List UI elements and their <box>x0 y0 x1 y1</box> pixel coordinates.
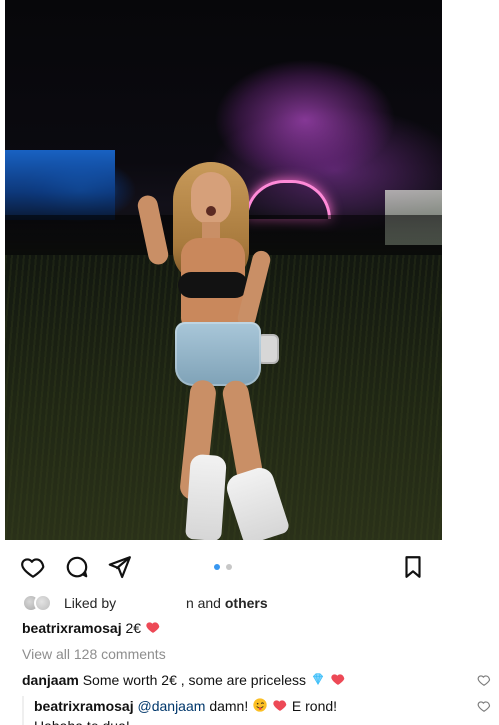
liked-by-others[interactable]: others <box>225 595 268 611</box>
liked-by-avatars <box>22 594 56 612</box>
reply-text-before: damn! <box>209 698 249 714</box>
carousel-dot <box>226 564 232 570</box>
likes-row[interactable]: Liked by n and others <box>22 592 492 614</box>
face <box>191 172 231 224</box>
comment-button[interactable] <box>62 552 92 582</box>
carousel-dot-active <box>214 564 220 570</box>
small-heart-icon <box>477 701 491 712</box>
instagram-post: Liked by n and others beatrixramosaj 2€ … <box>0 0 499 725</box>
reply-content: beatrixramosaj @danjaam damn! E rond! <box>34 696 337 725</box>
reply: beatrixramosaj @danjaam damn! E rond! <box>22 696 492 725</box>
reply-username[interactable]: beatrixramosaj <box>34 698 134 714</box>
comment-username[interactable]: danjaam <box>22 672 79 688</box>
comment: danjaam Some worth 2€ , some are pricele… <box>22 670 492 690</box>
comment-text: Some worth 2€ , some are priceless <box>82 672 307 688</box>
post-actions-bar <box>18 550 428 582</box>
carousel-dots <box>214 562 240 572</box>
caption-text: 2€ <box>125 620 142 636</box>
reply-line-1: beatrixramosaj @danjaam damn! E rond! <box>34 696 337 716</box>
comment-content: danjaam Some worth 2€ , some are pricele… <box>22 670 346 690</box>
left-white-boot <box>185 453 227 540</box>
person-figure <box>5 0 442 540</box>
comment-like-button[interactable] <box>476 672 492 688</box>
redacted-username <box>122 597 181 612</box>
red-heart-emoji-icon <box>146 622 160 633</box>
red-heart-emoji-icon <box>273 700 287 711</box>
caption: beatrixramosaj 2€ <box>22 618 492 638</box>
black-top <box>178 272 248 298</box>
denim-shorts <box>175 322 261 386</box>
mouth <box>206 206 216 216</box>
red-heart-emoji-icon <box>331 674 345 685</box>
small-heart-icon <box>477 675 491 686</box>
comment-bubble-icon <box>66 556 88 578</box>
reply-mention[interactable]: @danjaam <box>138 698 206 714</box>
share-button[interactable] <box>104 552 134 582</box>
bookmark-icon <box>405 556 421 578</box>
caption-username[interactable]: beatrixramosaj <box>22 620 122 636</box>
left-arm <box>135 193 171 267</box>
heart-outline-icon <box>21 558 45 578</box>
likes-text[interactable]: Liked by n and others <box>64 593 268 613</box>
post-photo[interactable] <box>5 0 442 540</box>
tongue-wink-emoji-icon <box>253 698 267 712</box>
save-button[interactable] <box>398 552 428 582</box>
reply-like-button[interactable] <box>476 698 492 714</box>
liked-by-suffix: n and <box>185 595 221 611</box>
liked-by-prefix: Liked by <box>64 595 117 611</box>
diamond-emoji-icon <box>312 673 324 685</box>
avatar <box>34 594 52 612</box>
right-white-boot <box>223 464 291 540</box>
post-details: Liked by n and others beatrixramosaj 2€ … <box>22 592 492 725</box>
reply-line-2: Hahaha te dua! <box>34 716 337 725</box>
view-all-comments-link[interactable]: View all 128 comments <box>22 644 492 664</box>
like-button[interactable] <box>18 552 48 582</box>
paper-plane-icon <box>108 556 131 579</box>
reply-text-after: E rond! <box>291 698 338 714</box>
